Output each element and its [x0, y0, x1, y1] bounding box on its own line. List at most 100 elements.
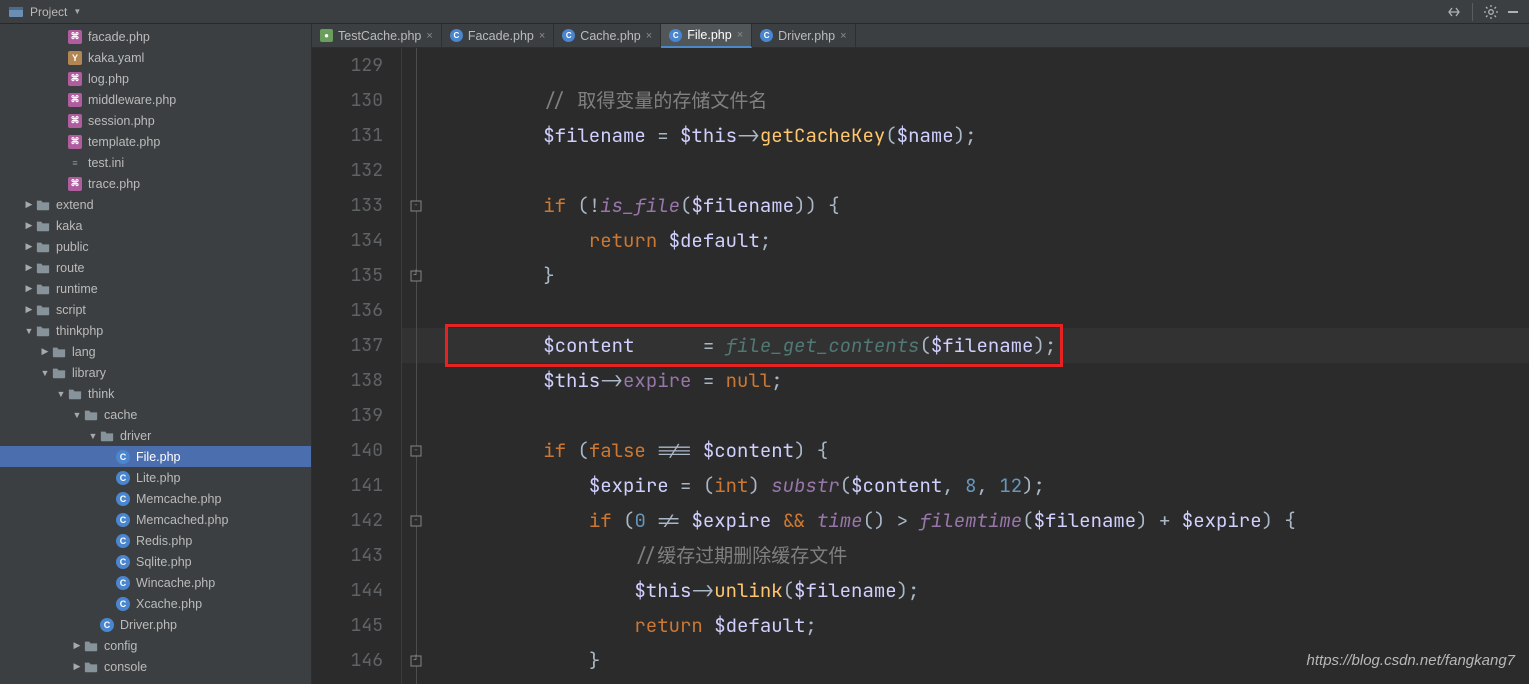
tree-item-log-php[interactable]: ⌘log.php: [0, 68, 311, 89]
tree-item-thinkphp[interactable]: ▼thinkphp: [0, 320, 311, 341]
code-line-134[interactable]: 134 return $default;: [312, 223, 1529, 258]
tree-item-trace-php[interactable]: ⌘trace.php: [0, 173, 311, 194]
code-line-142[interactable]: 142− if (0 != $expire && time() > filemt…: [312, 503, 1529, 538]
code-text[interactable]: }: [430, 258, 1529, 293]
fold-gutter[interactable]: −: [402, 503, 430, 538]
tree-item-file-php[interactable]: CFile.php: [0, 446, 311, 467]
tree-arrow-icon[interactable]: ▶: [72, 640, 82, 651]
tree-item-redis-php[interactable]: CRedis.php: [0, 530, 311, 551]
tree-item-script[interactable]: ▶script: [0, 299, 311, 320]
tree-item-library[interactable]: ▼library: [0, 362, 311, 383]
code-text[interactable]: [430, 293, 1529, 328]
code-text[interactable]: }: [430, 643, 1529, 678]
tree-item-kaka-yaml[interactable]: Ykaka.yaml: [0, 47, 311, 68]
tree-arrow-icon[interactable]: ▶: [40, 346, 50, 357]
project-dropdown[interactable]: Project ▼: [8, 4, 81, 20]
gear-icon[interactable]: [1483, 4, 1499, 20]
tab-driver-php[interactable]: CDriver.php×: [752, 24, 855, 47]
code-text[interactable]: [430, 153, 1529, 188]
code-text[interactable]: $expire = (int) substr($content, 8, 12);: [430, 468, 1529, 503]
tree-arrow-icon[interactable]: ▶: [24, 304, 34, 315]
tree-arrow-icon[interactable]: ▶: [24, 220, 34, 231]
code-text[interactable]: [430, 48, 1529, 83]
close-icon[interactable]: ×: [646, 30, 652, 42]
code-line-136[interactable]: 136: [312, 293, 1529, 328]
tree-item-facade-php[interactable]: ⌘facade.php: [0, 26, 311, 47]
code-text[interactable]: if (!is_file($filename)) {: [430, 188, 1529, 223]
tree-item-middleware-php[interactable]: ⌘middleware.php: [0, 89, 311, 110]
tree-item-cache[interactable]: ▼cache: [0, 404, 311, 425]
project-tree[interactable]: ⌘facade.phpYkaka.yaml⌘log.php⌘middleware…: [0, 24, 312, 684]
tree-item-console[interactable]: ▶console: [0, 656, 311, 677]
close-icon[interactable]: ×: [840, 30, 846, 42]
code-text[interactable]: $filename = $this->getCacheKey($name);: [430, 118, 1529, 153]
tab-cache-php[interactable]: CCache.php×: [554, 24, 661, 47]
code-editor[interactable]: 129130 // 取得变量的存储文件名131 $filename = $thi…: [312, 48, 1529, 684]
tree-item-runtime[interactable]: ▶runtime: [0, 278, 311, 299]
fold-gutter[interactable]: ┘: [402, 258, 430, 293]
code-line-132[interactable]: 132: [312, 153, 1529, 188]
hide-icon[interactable]: [1505, 4, 1521, 20]
close-icon[interactable]: ×: [426, 30, 432, 42]
code-text[interactable]: $this->unlink($filename);: [430, 573, 1529, 608]
tree-item-template-php[interactable]: ⌘template.php: [0, 131, 311, 152]
tree-item-test-ini[interactable]: ≡test.ini: [0, 152, 311, 173]
tree-arrow-icon[interactable]: ▼: [56, 389, 66, 399]
code-line-135[interactable]: 135┘ }: [312, 258, 1529, 293]
fold-gutter[interactable]: −: [402, 433, 430, 468]
tab-facade-php[interactable]: CFacade.php×: [442, 24, 554, 47]
fold-minus-icon[interactable]: −: [411, 445, 422, 456]
tree-item-wincache-php[interactable]: CWincache.php: [0, 572, 311, 593]
tab-testcache-php[interactable]: ●TestCache.php×: [312, 24, 442, 47]
tree-item-sqlite-php[interactable]: CSqlite.php: [0, 551, 311, 572]
tree-arrow-icon[interactable]: ▼: [72, 410, 82, 420]
tree-item-route[interactable]: ▶route: [0, 257, 311, 278]
code-line-138[interactable]: 138 $this->expire = null;: [312, 363, 1529, 398]
tree-item-config[interactable]: ▶config: [0, 635, 311, 656]
tree-item-kaka[interactable]: ▶kaka: [0, 215, 311, 236]
tree-arrow-icon[interactable]: ▶: [72, 661, 82, 672]
code-text[interactable]: [430, 678, 1529, 684]
code-text[interactable]: if (false !== $content) {: [430, 433, 1529, 468]
code-line-147[interactable]: 147: [312, 678, 1529, 684]
tree-item-xcache-php[interactable]: CXcache.php: [0, 593, 311, 614]
code-line-144[interactable]: 144 $this->unlink($filename);: [312, 573, 1529, 608]
code-line-130[interactable]: 130 // 取得变量的存储文件名: [312, 83, 1529, 118]
tree-arrow-icon[interactable]: ▶: [24, 199, 34, 210]
code-line-133[interactable]: 133− if (!is_file($filename)) {: [312, 188, 1529, 223]
collapse-icon[interactable]: [1446, 4, 1462, 20]
close-icon[interactable]: ×: [737, 29, 743, 41]
code-text[interactable]: //缓存过期删除缓存文件: [430, 538, 1529, 573]
code-line-141[interactable]: 141 $expire = (int) substr($content, 8, …: [312, 468, 1529, 503]
tree-arrow-icon[interactable]: ▶: [24, 241, 34, 252]
tree-item-lite-php[interactable]: CLite.php: [0, 467, 311, 488]
code-line-139[interactable]: 139: [312, 398, 1529, 433]
tree-arrow-icon[interactable]: ▼: [24, 326, 34, 336]
tree-item-think[interactable]: ▼think: [0, 383, 311, 404]
tree-item-lang[interactable]: ▶lang: [0, 341, 311, 362]
fold-minus-icon[interactable]: −: [411, 515, 422, 526]
code-line-143[interactable]: 143 //缓存过期删除缓存文件: [312, 538, 1529, 573]
code-line-137[interactable]: 137 $content = file_get_contents($filena…: [312, 328, 1529, 363]
code-line-145[interactable]: 145 return $default;: [312, 608, 1529, 643]
code-text[interactable]: $this->expire = null;: [430, 363, 1529, 398]
close-icon[interactable]: ×: [539, 30, 545, 42]
tree-arrow-icon[interactable]: ▼: [40, 368, 50, 378]
tree-item-driver-php[interactable]: CDriver.php: [0, 614, 311, 635]
code-line-140[interactable]: 140− if (false !== $content) {: [312, 433, 1529, 468]
tree-item-memcached-php[interactable]: CMemcached.php: [0, 509, 311, 530]
code-line-131[interactable]: 131 $filename = $this->getCacheKey($name…: [312, 118, 1529, 153]
tree-item-public[interactable]: ▶public: [0, 236, 311, 257]
code-text[interactable]: return $default;: [430, 608, 1529, 643]
tree-item-extend[interactable]: ▶extend: [0, 194, 311, 215]
code-text[interactable]: return $default;: [430, 223, 1529, 258]
tree-arrow-icon[interactable]: ▶: [24, 283, 34, 294]
tree-item-driver[interactable]: ▼driver: [0, 425, 311, 446]
fold-minus-icon[interactable]: −: [411, 200, 422, 211]
code-text[interactable]: if (0 != $expire && time() > filemtime($…: [430, 503, 1529, 538]
fold-end-icon[interactable]: ┘: [411, 270, 422, 281]
code-text[interactable]: // 取得变量的存储文件名: [430, 83, 1529, 118]
tree-arrow-icon[interactable]: ▼: [88, 431, 98, 441]
fold-end-icon[interactable]: ┘: [411, 655, 422, 666]
code-text[interactable]: $content = file_get_contents($filename);: [430, 328, 1529, 363]
